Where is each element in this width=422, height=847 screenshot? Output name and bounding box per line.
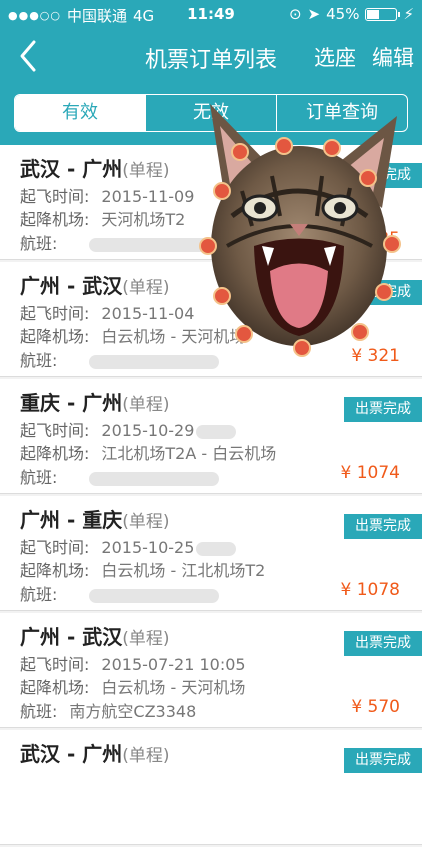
- depart-time-row: 起飞时间: 2015-10-25: [20, 534, 237, 558]
- order-price: ¥ 1078: [340, 580, 400, 600]
- order-item[interactable]: 广州 - 武汉(单程) 起飞时间: 2015-07-21 10:05 起降机场: 白…: [0, 613, 422, 728]
- order-item[interactable]: 广州 - 重庆(单程) 起飞时间: 2015-10-25 起降机场: 白云机场 - …: [0, 496, 422, 611]
- cat-sticker: [199, 104, 401, 357]
- order-price: ¥ 570: [351, 697, 400, 717]
- flight-row: 航班:: [20, 581, 220, 605]
- edit-button[interactable]: 编辑: [372, 42, 414, 72]
- flight-row: 航班: 南方航空CZ3348: [20, 702, 197, 721]
- depart-time-row: 起飞时间: 2015-07-21 10:05: [20, 655, 246, 674]
- redacted-mark: [196, 424, 237, 439]
- flight-row: 航班:: [20, 230, 220, 254]
- airports-row: 起降机场: 白云机场 - 江北机场T2: [20, 561, 266, 580]
- battery-percent: 45%: [326, 5, 360, 23]
- airports-row: 起降机场: 江北机场T2A - 白云机场: [20, 444, 277, 463]
- order-route: 武汉 - 广州(单程): [20, 157, 170, 181]
- redacted-mark: [196, 541, 237, 556]
- status-badge: 出票完成: [344, 748, 422, 773]
- depart-time-row: 起飞时间: 2015-11-04: [20, 304, 195, 323]
- redacted-mark: [89, 471, 220, 486]
- status-badge: 出票完成: [344, 631, 422, 656]
- status-badge: 出票完成: [344, 397, 422, 422]
- airports-row: 起降机场: 白云机场 - 天河机场: [20, 678, 246, 697]
- redacted-mark: [89, 588, 220, 603]
- page-title: 机票订单列表: [144, 48, 277, 73]
- location-icon: ➤: [307, 5, 321, 23]
- flight-row: 航班:: [20, 347, 220, 371]
- order-route: 广州 - 武汉(单程): [20, 274, 170, 298]
- battery-icon: [365, 7, 401, 21]
- depart-time-row: 起飞时间: 2015-11-09: [20, 187, 195, 206]
- order-item[interactable]: 武汉 - 广州(单程) 出票完成: [0, 730, 422, 845]
- depart-time-row: 起飞时间: 2015-10-29: [20, 417, 237, 441]
- flight-row: 航班:: [20, 464, 220, 488]
- order-route: 武汉 - 广州(单程): [20, 742, 170, 766]
- order-item[interactable]: 重庆 - 广州(单程) 起飞时间: 2015-10-29 起降机场: 江北机场T2A…: [0, 379, 422, 494]
- nav-bar: 机票订单列表 选座 编辑: [0, 30, 422, 82]
- status-badge: 出票完成: [344, 514, 422, 539]
- status-bar: ●●●○○ 中国联通 4G 11:49 ⊙ ➤ 45% ⚡: [0, 0, 422, 28]
- rotation-lock-icon: ⊙: [288, 5, 302, 23]
- select-seat-button[interactable]: 选座: [314, 42, 356, 72]
- tab-valid[interactable]: 有效: [15, 95, 146, 131]
- order-route: 重庆 - 广州(单程): [20, 391, 170, 415]
- order-route: 广州 - 重庆(单程): [20, 508, 170, 532]
- order-price: ¥ 1074: [340, 463, 400, 483]
- order-route: 广州 - 武汉(单程): [20, 625, 170, 649]
- charging-icon: ⚡: [403, 5, 414, 23]
- airports-row: 起降机场: 天河机场T2: [20, 210, 186, 229]
